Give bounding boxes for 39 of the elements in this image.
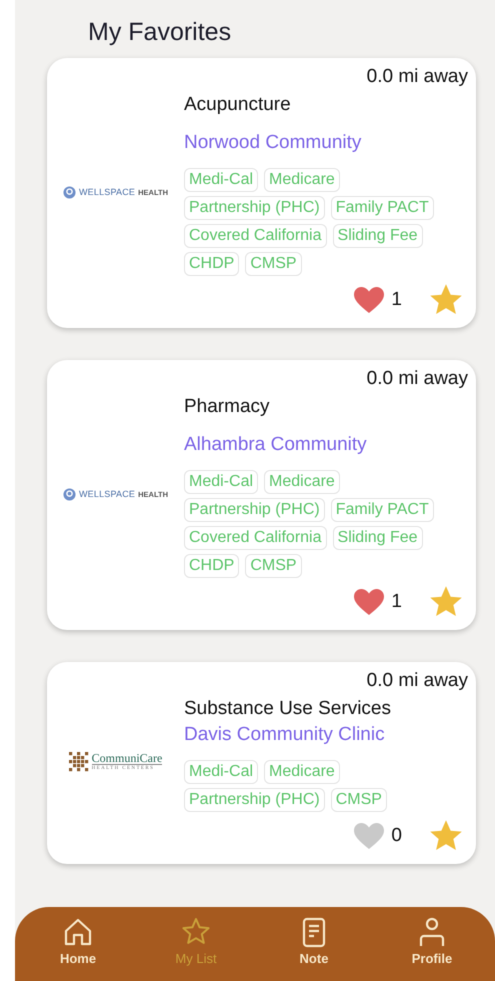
tab-label[interactable]: Home (60, 951, 96, 966)
insurance-tag: Family PACT (330, 498, 434, 522)
insurance-tag: Medi-Cal (184, 760, 258, 784)
insurance-tag: Partnership (PHC) (184, 498, 325, 522)
insurance-tag: Medicare (264, 470, 340, 494)
page-title: My Favorites (88, 18, 232, 47)
insurance-tag: Covered California (184, 526, 327, 550)
insurance-tag: CMSP (245, 252, 302, 276)
insurance-tag: Medicare (264, 760, 340, 784)
tab-label[interactable]: Profile (412, 951, 452, 966)
distance-label: 0.0 mi away (366, 670, 468, 692)
insurance-tag: Partnership (PHC) (184, 196, 325, 220)
insurance-tag: CHDP (184, 252, 240, 276)
insurance-tag: Medi-Cal (184, 470, 258, 494)
insurance-tag: CHDP (184, 554, 240, 578)
heart-icon[interactable] (353, 286, 386, 314)
insurance-tag: Sliding Fee (332, 224, 423, 248)
clinic-link[interactable]: Davis Community Clinic (184, 724, 385, 746)
tab-label[interactable]: Note (300, 951, 328, 966)
insurance-tag: Sliding Fee (332, 526, 423, 550)
person-icon[interactable] (417, 917, 447, 949)
service-name: Pharmacy (184, 396, 270, 418)
insurance-tag: CMSP (330, 788, 387, 812)
like-count: 1 (391, 591, 402, 613)
clinic-link[interactable]: Alhambra Community (184, 434, 367, 456)
distance-label: 0.0 mi away (366, 368, 468, 390)
service-name: Substance Use Services (184, 698, 391, 720)
insurance-tag: Family PACT (330, 196, 434, 220)
insurance-tag: CMSP (245, 554, 302, 578)
insurance-tag: Covered California (184, 224, 327, 248)
like-count: 1 (391, 289, 402, 311)
like-count: 0 (391, 825, 402, 847)
insurance-tag: Partnership (PHC) (184, 788, 325, 812)
heart-icon[interactable] (353, 588, 386, 616)
insurance-tag: Medicare (264, 168, 340, 192)
clinic-link[interactable]: Norwood Community (184, 132, 362, 154)
service-name: Acupuncture (184, 94, 291, 116)
distance-label: 0.0 mi away (366, 66, 468, 88)
insurance-tag: Medi-Cal (184, 168, 258, 192)
